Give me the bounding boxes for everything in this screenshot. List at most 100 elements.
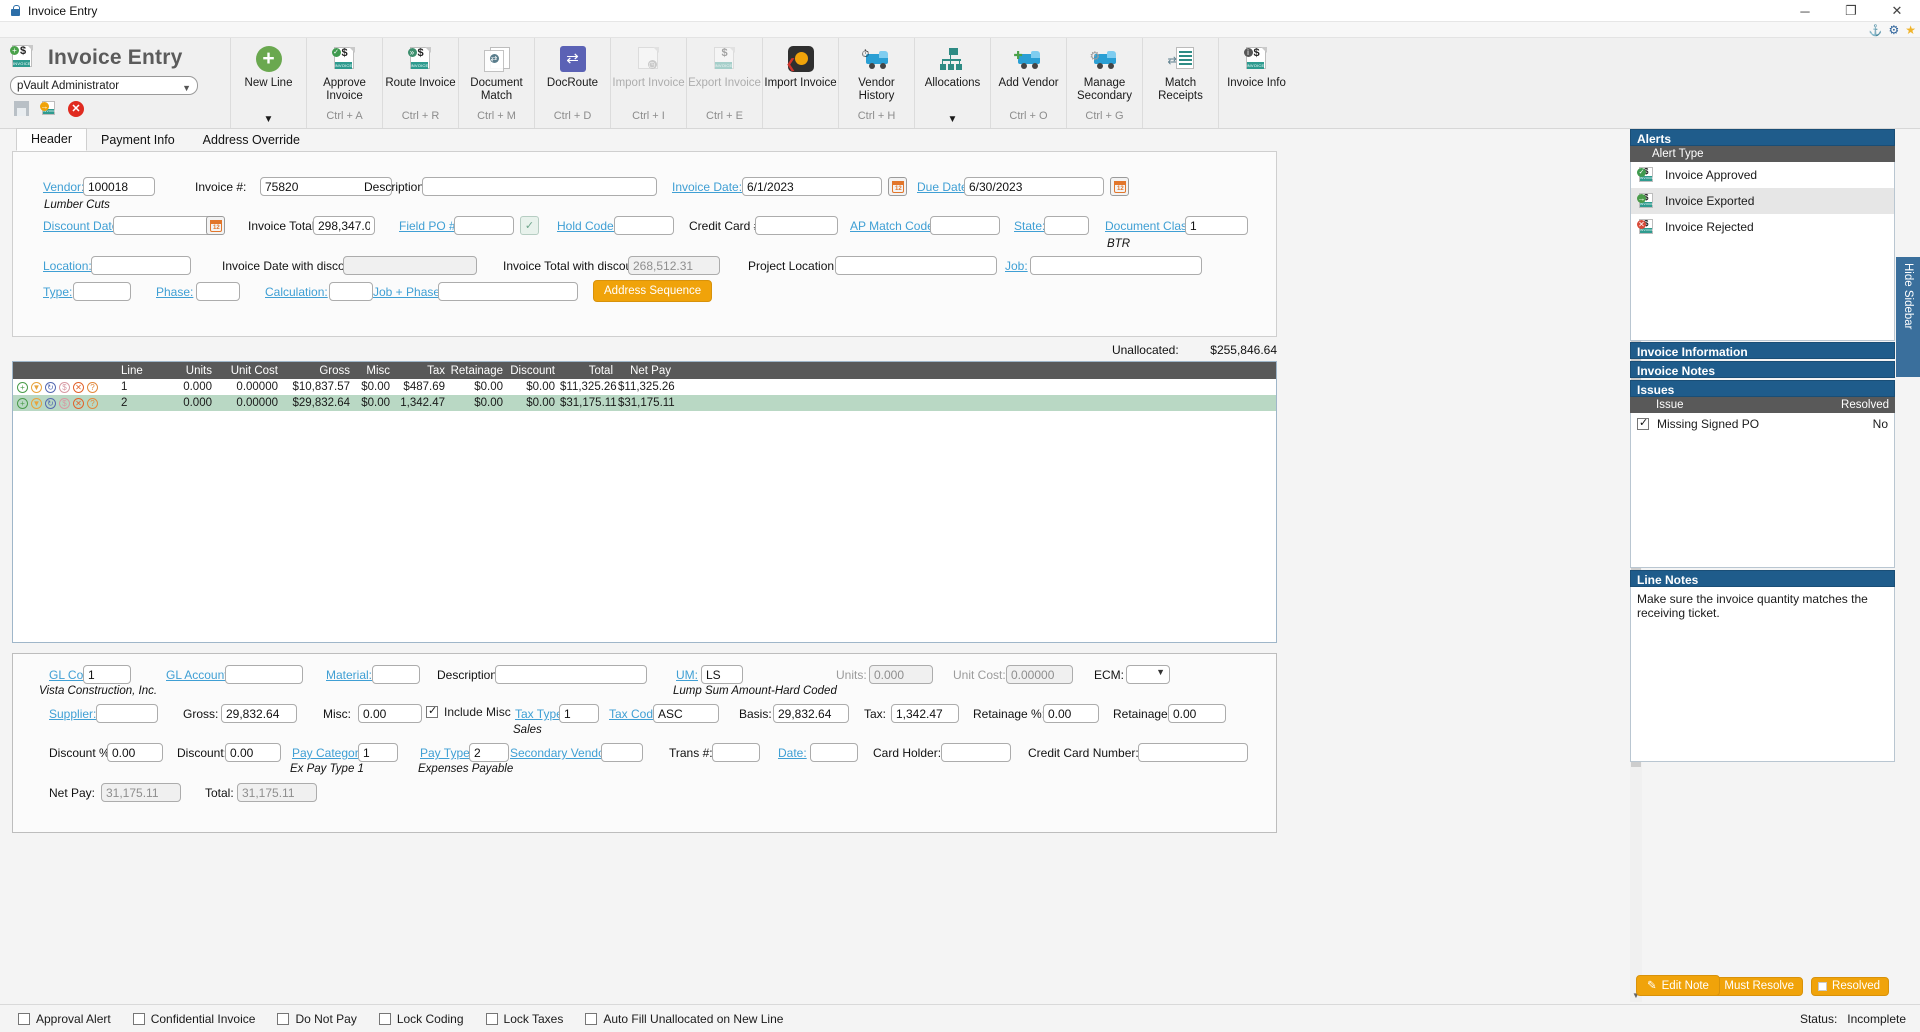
line-notes-body[interactable]: Make sure the invoice quantity matches t…: [1630, 587, 1895, 996]
expand-line-icon[interactable]: ▼: [31, 381, 42, 393]
invoice-date-input[interactable]: [742, 177, 882, 196]
table-row[interactable]: + ▼ ↻ $ ✕? 2 0.000 0.00000 $29,832.64 $0.00 1,342.…: [13, 395, 1276, 411]
ecm-dropdown[interactable]: ▼: [1126, 665, 1170, 684]
line-items-grid[interactable]: Line Units Unit Cost Gross Misc Tax Reta…: [12, 361, 1277, 643]
ribbon-button-route-invoice[interactable]: $ INVOICE» Route Invoice Ctrl + R: [382, 38, 458, 128]
refresh-line-icon[interactable]: ↻: [45, 381, 56, 393]
document-class-input[interactable]: [1185, 216, 1248, 235]
pay-type-input[interactable]: [469, 743, 509, 762]
add-line-icon[interactable]: +: [17, 381, 28, 393]
discount-date-input[interactable]: [113, 216, 216, 235]
detail-net-pay-input[interactable]: [101, 783, 181, 802]
checkbox-box[interactable]: [132, 1012, 145, 1025]
issue-checkbox[interactable]: ✓: [1637, 417, 1649, 430]
ribbon-button-new-line[interactable]: + New Line ▼: [230, 38, 306, 128]
checkbox-box[interactable]: [18, 1012, 30, 1025]
ap-match-code-input[interactable]: [930, 216, 1000, 235]
calculation-input[interactable]: [329, 282, 373, 301]
issue-row[interactable]: ✓ Missing Signed PO No: [1631, 413, 1894, 435]
supplier-input[interactable]: [96, 704, 158, 723]
retainage-pct-input[interactable]: [1043, 704, 1099, 723]
refresh-line-icon[interactable]: ↻: [45, 397, 56, 409]
pin-icon[interactable]: ⚓: [1869, 24, 1883, 37]
due-date-input[interactable]: [964, 177, 1104, 196]
row-actions[interactable]: + ▼ ↻ $ ✕?: [13, 381, 121, 393]
quick-access-icons[interactable]: ⚓ ⚙ ★: [1869, 22, 1916, 38]
dollar-line-icon[interactable]: $: [59, 397, 70, 409]
type-input[interactable]: [73, 282, 131, 301]
alert-row-exported[interactable]: INVOICE $ → Invoice Exported: [1631, 188, 1894, 214]
save-icon[interactable]: [14, 101, 29, 116]
table-row[interactable]: + ▼ ↻ $ ✕? 1 0.000 0.00000 $10,837.57 $0.00 $487.6…: [13, 379, 1276, 395]
star-icon[interactable]: ★: [1905, 23, 1916, 37]
alert-row-approved[interactable]: INVOICE $ ✓ Invoice Approved: [1631, 162, 1894, 188]
ribbon-button-invoice-info[interactable]: $ INVOICE i Invoice Info: [1218, 38, 1294, 128]
user-select[interactable]: pVault Administrator ▼: [10, 76, 198, 95]
hide-sidebar-button[interactable]: Hide Sidebar: [1896, 257, 1920, 377]
edit-note-button[interactable]: ✎ Edit Note: [1636, 975, 1720, 996]
brand-quick-actions[interactable]: INVOICE → ✕: [10, 100, 230, 117]
alerts-list[interactable]: INVOICE $ ✓ Invoice Approved INVOICE $ →…: [1630, 162, 1895, 341]
um-input[interactable]: [701, 665, 743, 684]
footer-checkbox-approval-alert[interactable]: Approval Alert: [18, 1012, 111, 1026]
issues-header[interactable]: Issues: [1630, 380, 1895, 397]
location-input[interactable]: [91, 256, 191, 275]
checkbox-box[interactable]: [485, 1012, 498, 1025]
footer-checkbox-do-not-pay[interactable]: Do Not Pay: [277, 1012, 357, 1026]
trans-input[interactable]: [712, 743, 760, 762]
gear-icon[interactable]: ⚙: [1888, 23, 1899, 37]
field-po-input[interactable]: [454, 216, 514, 235]
delete-line-icon[interactable]: ✕: [73, 397, 84, 409]
ribbon-button-document-match[interactable]: ⇄ Document Match Ctrl + M: [458, 38, 534, 128]
due-date-calendar-icon[interactable]: 12: [1110, 177, 1129, 196]
footer-checkbox-lock-coding[interactable]: Lock Coding: [378, 1012, 464, 1026]
help-line-icon[interactable]: ?: [87, 397, 98, 409]
tab-header[interactable]: Header: [16, 128, 87, 151]
footer-checkbox-confidential-invoice[interactable]: Confidential Invoice: [132, 1012, 255, 1026]
ribbon-button-add-vendor[interactable]: ✚ Add Vendor Ctrl + O: [990, 38, 1066, 128]
invoice-date-with-discount-input[interactable]: [343, 256, 477, 275]
credit-card-input[interactable]: [755, 216, 838, 235]
description-input[interactable]: [422, 177, 657, 196]
minimize-button[interactable]: ─: [1782, 0, 1828, 22]
card-holder-input[interactable]: [941, 743, 1011, 762]
footer-checkbox-auto-fill-unallocated-on-new-line[interactable]: Auto Fill Unallocated on New Line: [585, 1012, 783, 1026]
detail-units-input[interactable]: [869, 665, 933, 684]
alert-row-rejected[interactable]: INVOICE $ ✕ Invoice Rejected: [1631, 214, 1894, 240]
checkbox-box[interactable]: [585, 1012, 598, 1025]
secondary-vendor-input[interactable]: [601, 743, 643, 762]
ribbon-button-vendor-history[interactable]: ⏱ Vendor History Ctrl + H: [838, 38, 914, 128]
line-notes-header[interactable]: Line Notes: [1630, 570, 1895, 587]
export-icon[interactable]: INVOICE →: [40, 100, 57, 117]
job-phase-input[interactable]: [438, 282, 578, 301]
pay-category-input[interactable]: [358, 743, 398, 762]
hold-code-input[interactable]: [614, 216, 674, 235]
help-line-icon[interactable]: ?: [87, 381, 98, 393]
project-location-input[interactable]: [835, 256, 997, 275]
material-input[interactable]: [372, 665, 420, 684]
dollar-line-icon[interactable]: $: [59, 381, 70, 393]
ribbon-button-match-receipts[interactable]: ⇄ Match Receipts: [1142, 38, 1218, 128]
footer-checkbox-lock-taxes[interactable]: Lock Taxes: [485, 1012, 563, 1026]
ribbon-button-docroute[interactable]: ⇄ DocRoute Ctrl + D: [534, 38, 610, 128]
invoice-information-header[interactable]: Invoice Information: [1630, 342, 1895, 359]
add-line-icon[interactable]: +: [17, 397, 28, 409]
discount-pct-input[interactable]: [107, 743, 163, 762]
expand-line-icon[interactable]: ▼: [31, 397, 42, 409]
tab-payment-info[interactable]: Payment Info: [87, 130, 189, 151]
ribbon-button-manage-secondary[interactable]: ⚙ Manage Secondary Ctrl + G: [1066, 38, 1142, 128]
phase-input[interactable]: [196, 282, 240, 301]
job-input[interactable]: [1030, 256, 1202, 275]
resolved-button[interactable]: Resolved: [1811, 977, 1889, 996]
credit-card-number-input[interactable]: [1138, 743, 1248, 762]
checkbox-box[interactable]: [277, 1012, 290, 1025]
detail-description-input[interactable]: [495, 665, 647, 684]
ribbon-button-allocations[interactable]: Allocations ▼: [914, 38, 990, 128]
tab-address-override[interactable]: Address Override: [189, 130, 314, 151]
address-sequence-button[interactable]: Address Sequence: [593, 280, 713, 302]
chevron-down-icon[interactable]: ▼: [948, 114, 958, 125]
chevron-down-icon[interactable]: ▼: [264, 114, 274, 125]
detail-unit-cost-input[interactable]: [1006, 665, 1073, 684]
state-input[interactable]: [1044, 216, 1089, 235]
include-misc-checkbox[interactable]: ✓ Include Misc: [426, 705, 511, 719]
